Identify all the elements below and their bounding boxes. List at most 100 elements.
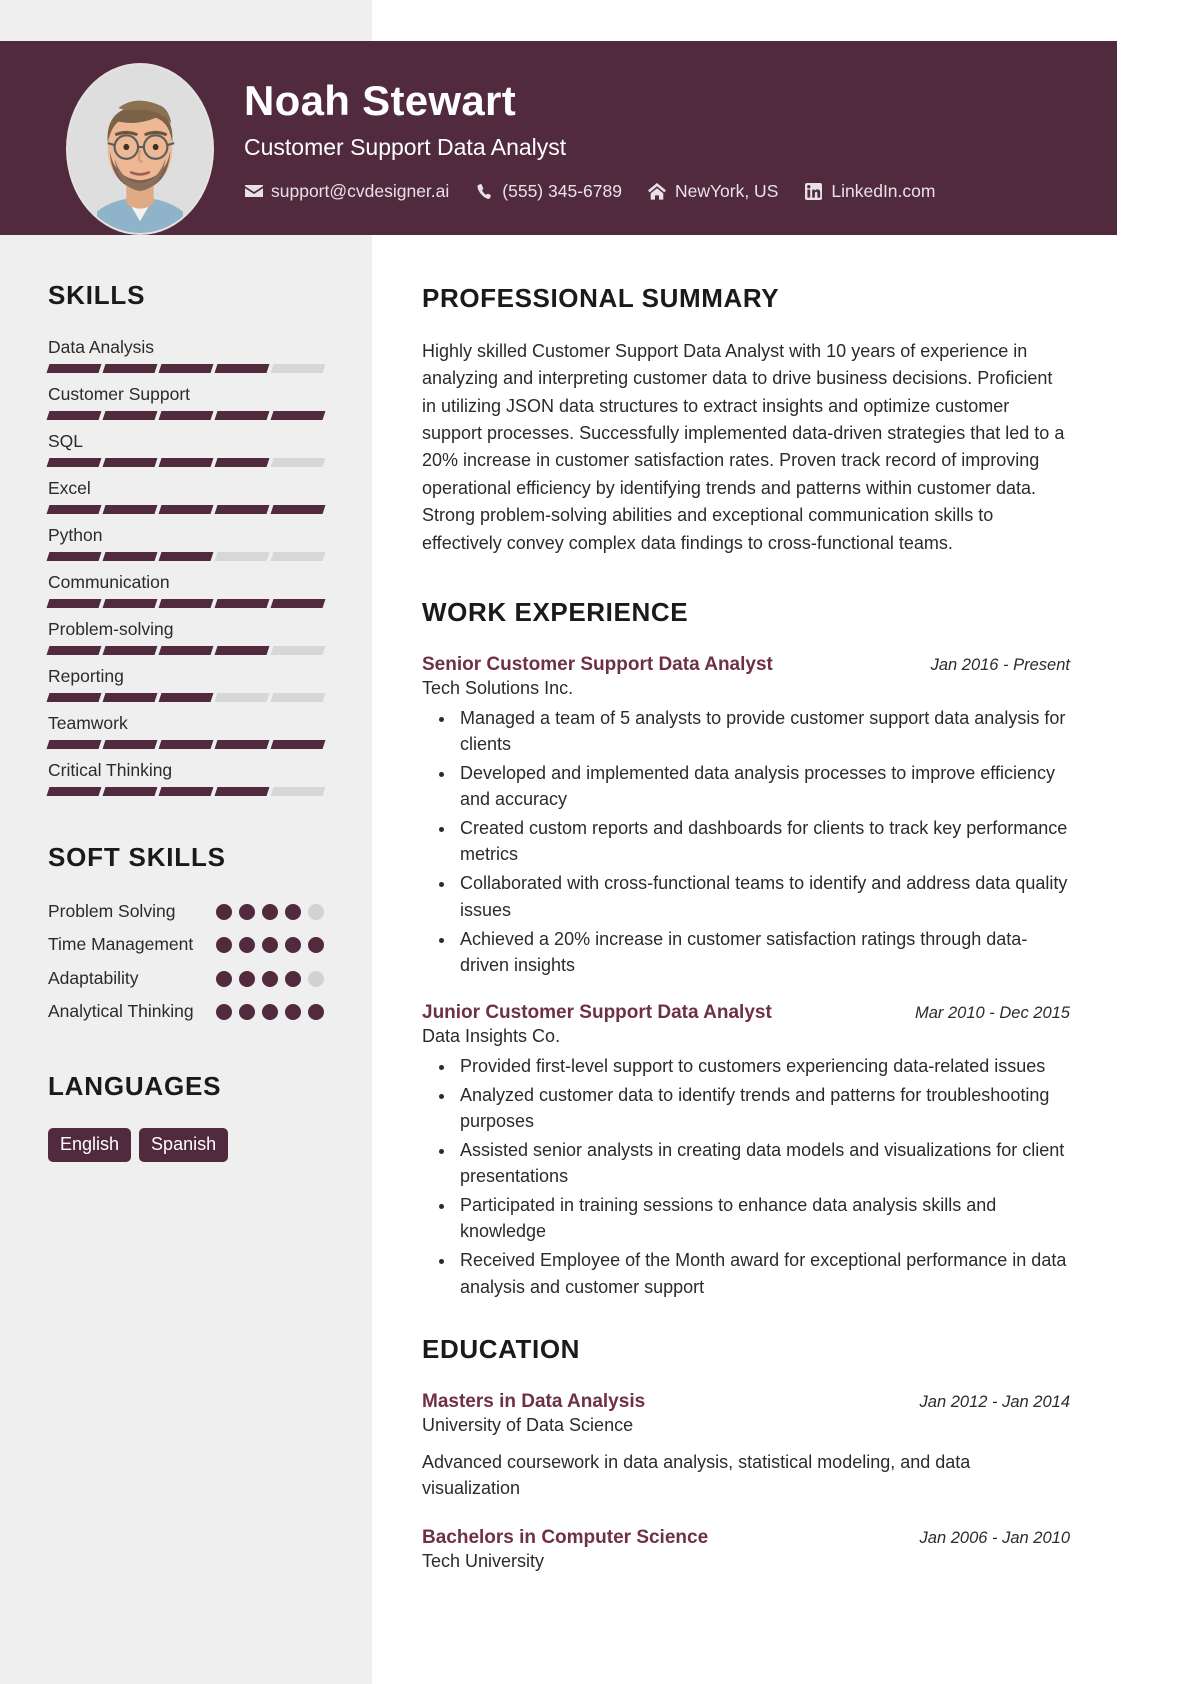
soft-skill-item: Analytical Thinking — [48, 999, 324, 1024]
contact-phone[interactable]: (555) 345-6789 — [475, 181, 622, 202]
summary-text: Highly skilled Customer Support Data Ana… — [422, 341, 1065, 553]
soft-skills-heading: SOFT SKILLS — [48, 842, 226, 872]
rating-dot — [239, 904, 255, 920]
languages-heading: LANGUAGES — [48, 1070, 222, 1101]
skill-bar-segment — [46, 458, 102, 467]
skill-label: SQL — [48, 431, 84, 451]
rating-dot — [216, 970, 232, 987]
rating-dot — [239, 970, 255, 987]
contact-location[interactable]: NewYork, US — [648, 181, 778, 202]
rating-dot — [262, 1004, 278, 1021]
rating-dot — [285, 970, 301, 987]
education-entry: Masters in Data Analysis Jan 2012 - Jan 2… — [422, 1391, 1070, 1501]
list-item: Analyzed customer data to identify trend… — [456, 1082, 1070, 1134]
skill-bar-segment — [102, 552, 158, 561]
languages-list: English Spanish — [48, 1127, 324, 1162]
skill-bar-segment — [46, 646, 102, 655]
rating-dot — [285, 904, 301, 920]
rating-dot — [216, 937, 232, 954]
work-entry: Junior Customer Support Data Analyst Mar … — [422, 1002, 1070, 1300]
skill-bar-segment — [214, 740, 270, 749]
skill-level-bar — [46, 646, 326, 655]
skill-label: Customer Support — [48, 384, 191, 404]
list-item: Achieved a 20% increase in customer sati… — [456, 926, 1070, 978]
skill-item: Critical Thinking — [46, 760, 326, 796]
list-item: Provided first-level support to customer… — [456, 1053, 1070, 1079]
soft-skills-list: Problem Solving Time Management Adaptabili… — [48, 899, 324, 1025]
education-date: Jan 2006 - Jan 2010 — [919, 1528, 1070, 1547]
skill-bar-segment — [270, 552, 326, 561]
language-pill[interactable]: English — [48, 1127, 132, 1162]
skill-item: Excel — [46, 478, 326, 514]
skill-level-bar — [46, 364, 326, 373]
main-content: PROFESSIONAL SUMMARY Highly skilled Cust… — [372, 235, 1117, 1598]
skill-bar-segment — [214, 364, 270, 373]
list-item: Managed a team of 5 analysts to provide … — [456, 705, 1070, 757]
skill-item: Data Analysis — [46, 337, 326, 373]
skill-bar-segment — [214, 599, 270, 608]
skill-bar-segment — [46, 740, 102, 749]
skill-bar-segment — [46, 411, 102, 420]
skill-bar-segment — [102, 693, 158, 702]
soft-skill-rating — [216, 999, 324, 1021]
rating-dot — [262, 970, 278, 987]
skill-level-bar — [46, 599, 326, 608]
work-entry-header: Junior Customer Support Data Analyst Mar … — [422, 1002, 1070, 1024]
skill-bar-segment — [158, 646, 214, 655]
linkedin-icon — [804, 182, 823, 201]
education-entry-header: Masters in Data Analysis Jan 2012 - Jan 2… — [422, 1391, 1070, 1413]
contact-linkedin[interactable]: LinkedIn.com — [804, 181, 935, 202]
skill-bar-segment — [102, 599, 158, 608]
skill-item: Problem-solving — [46, 619, 326, 655]
skill-item: SQL — [46, 431, 326, 467]
sidebar: SKILLS Data Analysis Customer Support SQL E… — [0, 235, 372, 1162]
skill-bar-segment — [158, 552, 214, 561]
soft-skill-label: Time Management — [48, 934, 194, 955]
skill-level-bar — [46, 411, 326, 420]
skill-bar-segment — [270, 693, 326, 702]
page-title: Noah Stewart — [244, 77, 516, 124]
skill-label: Communication — [48, 572, 170, 592]
work-experience-heading: WORK EXPERIENCE — [422, 596, 689, 627]
work-entry-organization: Tech Solutions Inc. — [422, 677, 574, 698]
skill-bar-segment — [46, 787, 102, 796]
skill-bar-segment — [270, 458, 326, 467]
education-degree: Bachelors in Computer Science — [422, 1526, 709, 1548]
skill-bar-segment — [46, 599, 102, 608]
contact-email[interactable]: support@cvdesigner.ai — [244, 181, 449, 202]
skill-bar-segment — [102, 458, 158, 467]
skill-bar-segment — [46, 552, 102, 561]
skill-bar-segment — [214, 693, 270, 702]
skill-bar-segment — [102, 787, 158, 796]
skill-item: Communication — [46, 572, 326, 608]
skill-bar-segment — [102, 740, 158, 749]
skill-bar-segment — [214, 411, 270, 420]
skill-bar-segment — [102, 505, 158, 514]
skill-level-bar — [46, 740, 326, 749]
skill-bar-segment — [158, 787, 214, 796]
education-school: Tech University — [422, 1550, 545, 1571]
job-title: Customer Support Data Analyst — [244, 134, 567, 161]
rating-dot — [262, 904, 278, 920]
header-text-block: Noah Stewart Customer Support Data Analy… — [244, 77, 935, 202]
skill-bar-segment — [46, 505, 102, 514]
skill-bar-segment — [214, 787, 270, 796]
contact-linkedin-text: LinkedIn.com — [831, 181, 936, 202]
work-experience-list: Senior Customer Support Data Analyst Jan … — [422, 654, 1070, 1300]
skill-bar-segment — [214, 552, 270, 561]
resume-header: Noah Stewart Customer Support Data Analy… — [0, 41, 1117, 235]
contact-phone-text: (555) 345-6789 — [502, 181, 622, 202]
skill-level-bar — [46, 787, 326, 796]
contact-row: support@cvdesigner.ai (555) 345-6789 New… — [244, 181, 935, 202]
envelope-icon — [244, 182, 263, 201]
resume-page: Noah Stewart Customer Support Data Analy… — [0, 0, 1200, 1684]
language-pill[interactable]: Spanish — [139, 1127, 229, 1162]
work-entry-title: Senior Customer Support Data Analyst — [422, 653, 773, 675]
skill-bar-segment — [270, 740, 326, 749]
skill-bar-segment — [158, 458, 214, 467]
education-degree: Masters in Data Analysis — [422, 1390, 646, 1412]
skill-bar-segment — [270, 646, 326, 655]
list-item: Assisted senior analysts in creating dat… — [456, 1137, 1070, 1189]
rating-dot — [308, 1004, 324, 1021]
skill-bar-segment — [270, 364, 326, 373]
